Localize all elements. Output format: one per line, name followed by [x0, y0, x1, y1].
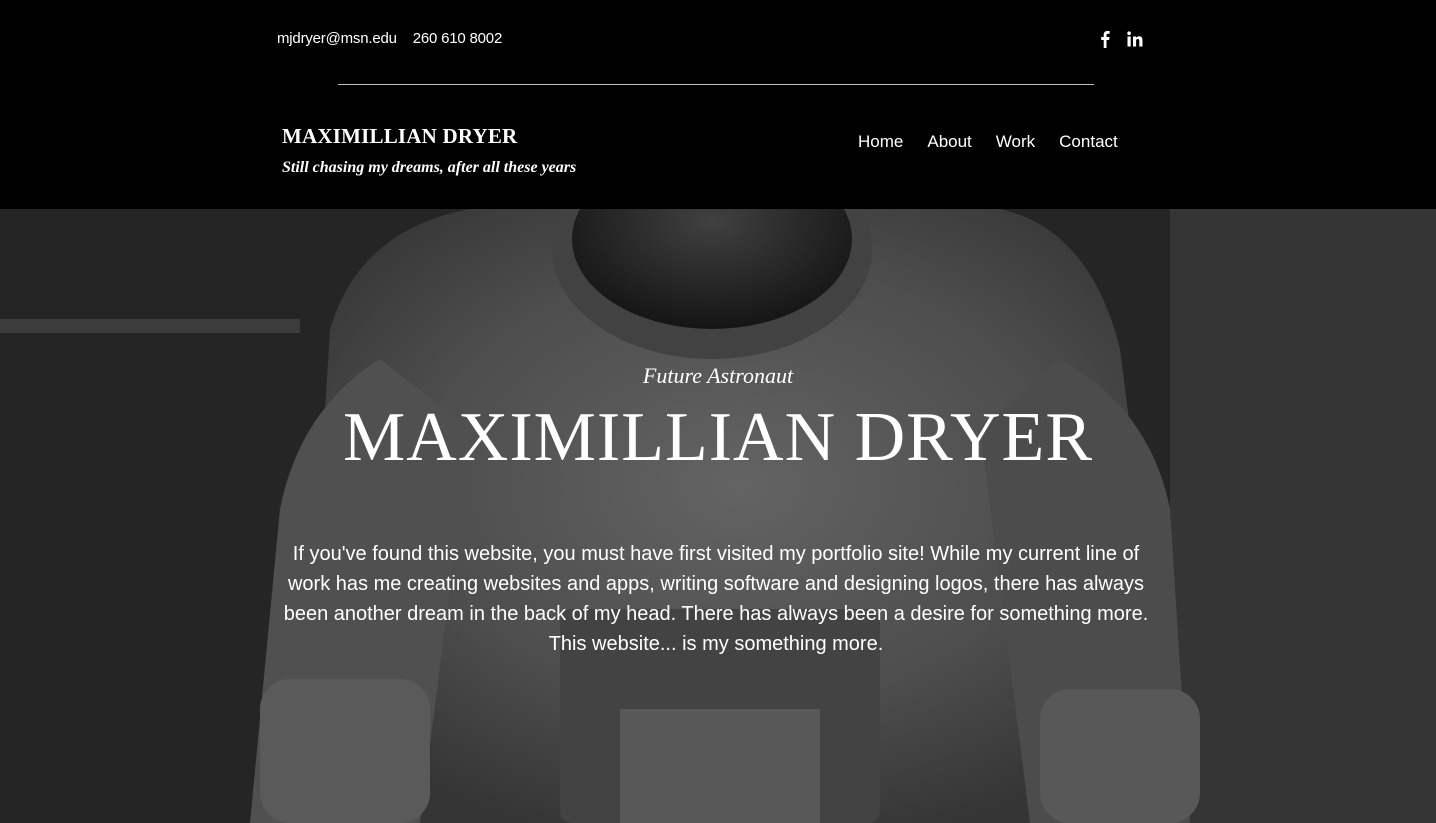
social-links — [1096, 29, 1144, 49]
header-divider — [338, 84, 1094, 85]
main-nav: Home About Work Contact — [846, 132, 1130, 152]
hero-content: Future Astronaut MAXIMILLIAN DRYER If yo… — [0, 209, 1436, 823]
nav-work[interactable]: Work — [984, 132, 1047, 152]
site-tagline: Still chasing my dreams, after all these… — [282, 159, 577, 176]
site-header: mjdryer@msn.edu 260 610 8002 MAXIMILLIAN… — [0, 0, 1436, 209]
nav-about[interactable]: About — [915, 132, 983, 152]
nav-home[interactable]: Home — [846, 132, 915, 152]
hero-intro: If you've found this website, you must h… — [283, 539, 1149, 659]
hero-paragraph: If you've found this website, you must h… — [283, 543, 1149, 625]
hero-closing: This website... is my something more. — [548, 633, 884, 655]
facebook-icon[interactable] — [1096, 29, 1114, 49]
site-name[interactable]: MAXIMILLIAN DRYER — [282, 124, 576, 149]
hero-title: MAXIMILLIAN DRYER — [342, 399, 1094, 476]
hero-section: Future Astronaut MAXIMILLIAN DRYER If yo… — [0, 209, 1436, 823]
phone-number: 260 610 8002 — [412, 30, 503, 47]
contact-info: mjdryer@msn.edu 260 610 8002 — [277, 30, 514, 47]
brand: MAXIMILLIAN DRYER Still chasing my dream… — [282, 124, 576, 177]
nav-contact[interactable]: Contact — [1047, 132, 1130, 152]
email-link[interactable]: mjdryer@msn.edu — [277, 30, 397, 47]
linkedin-icon[interactable] — [1126, 29, 1144, 49]
hero-kicker: Future Astronaut — [642, 363, 794, 388]
